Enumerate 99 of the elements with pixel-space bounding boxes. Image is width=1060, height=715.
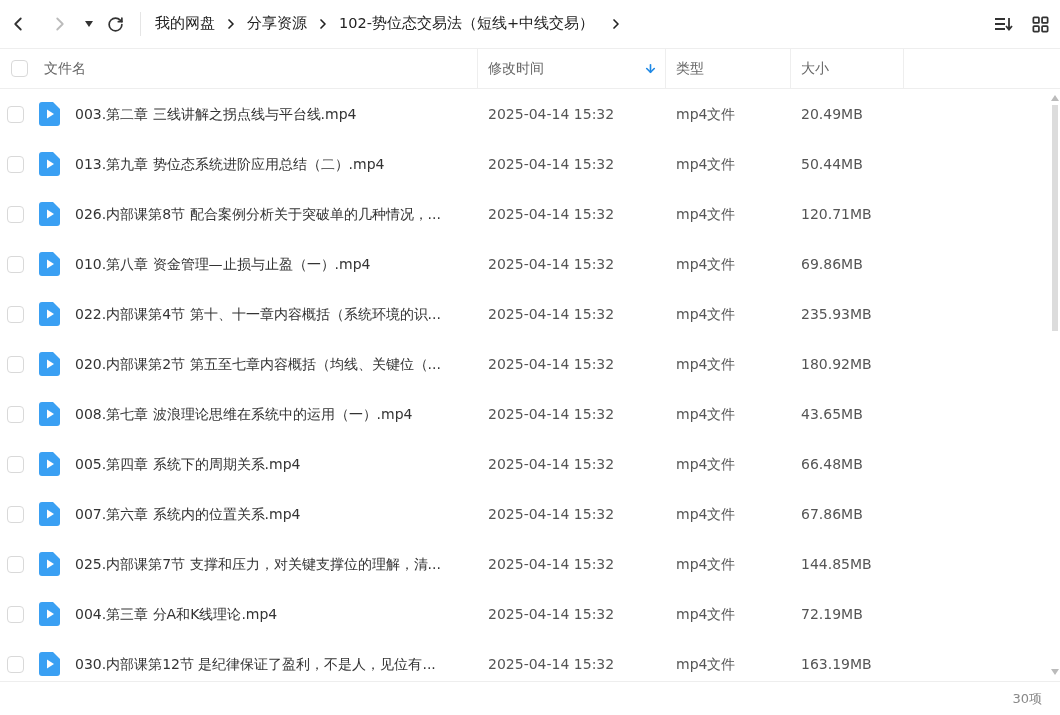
sort-icon bbox=[994, 16, 1014, 32]
file-size: 180.92MB bbox=[800, 354, 873, 374]
file-name: 022.内部课第4节 第十、十一章内容概括（系统环境的识... bbox=[75, 304, 441, 324]
file-size: 69.86MB bbox=[800, 254, 864, 274]
file-row[interactable]: 003.第二章 三线讲解之拐点线与平台线.mp4 2025-04-14 15:32 mp4文件 20.49MB bbox=[0, 89, 1051, 139]
file-name: 004.第三章 分A和K线理论.mp4 bbox=[75, 604, 278, 624]
checkbox[interactable] bbox=[7, 155, 24, 173]
file-type: mp4文件 bbox=[675, 454, 737, 474]
file-name: 008.第七章 波浪理论思维在系统中的运用（一）.mp4 bbox=[75, 404, 413, 424]
breadcrumb-link[interactable]: 我的网盘 bbox=[155, 13, 215, 35]
video-file-icon bbox=[39, 252, 60, 276]
modified-time: 2025-04-14 15:32 bbox=[487, 304, 616, 324]
file-size: 235.93MB bbox=[800, 304, 873, 324]
modified-time: 2025-04-14 15:32 bbox=[487, 254, 616, 274]
video-file-icon bbox=[39, 102, 60, 126]
scroll-up-icon[interactable] bbox=[1051, 95, 1059, 101]
checkbox[interactable] bbox=[7, 605, 24, 623]
column-header[interactable]: 修改时间 bbox=[488, 58, 544, 79]
file-row[interactable]: 022.内部课第4节 第十、十一章内容概括（系统环境的识... 2025-04-14 15:32 mp4文件 235.93MB bbox=[0, 289, 1051, 339]
item-count: 30项 bbox=[1012, 689, 1042, 708]
video-file-icon bbox=[39, 652, 60, 676]
scroll-down-icon[interactable] bbox=[1051, 669, 1059, 675]
video-file-icon bbox=[39, 202, 60, 226]
video-file-icon bbox=[39, 352, 60, 376]
column-header[interactable]: 文件名 bbox=[44, 58, 86, 79]
file-size: 67.86MB bbox=[800, 504, 864, 524]
file-type: mp4文件 bbox=[675, 554, 737, 574]
video-file-icon bbox=[39, 502, 60, 526]
file-name: 030.内部课第12节 是纪律保证了盈利，不是人，见位有... bbox=[75, 654, 436, 674]
file-type: mp4文件 bbox=[675, 354, 737, 374]
checkbox[interactable] bbox=[7, 205, 24, 223]
caret-icon bbox=[85, 21, 93, 27]
file-size: 72.19MB bbox=[800, 604, 864, 624]
file-row[interactable]: 020.内部课第2节 第五至七章内容概括（均线、关键位（... 2025-04-14 15:32 mp4文件 180.92MB bbox=[0, 339, 1051, 389]
file-row[interactable]: 004.第三章 分A和K线理论.mp4 2025-04-14 15:32 mp4文件 72.19MB bbox=[0, 589, 1051, 639]
modified-time: 2025-04-14 15:32 bbox=[487, 454, 616, 474]
file-row[interactable]: 026.内部课第8节 配合案例分析关于突破单的几种情况，... 2025-04-14 15:32 mp4文件 120.71MB bbox=[0, 189, 1051, 239]
file-row[interactable]: 025.内部课第7节 支撑和压力，对关键支撑位的理解，清... 2025-04-14 15:32 mp4文件 144.85MB bbox=[0, 539, 1051, 589]
checkbox[interactable] bbox=[11, 60, 28, 77]
grid-icon bbox=[1030, 14, 1050, 34]
file-size: 144.85MB bbox=[800, 554, 873, 574]
modified-time: 2025-04-14 15:32 bbox=[487, 404, 616, 424]
file-type: mp4文件 bbox=[675, 204, 737, 224]
file-row[interactable]: 013.第九章 势位态系统进阶应用总结（二）.mp4 2025-04-14 15:32 mp4文件 50.44MB bbox=[0, 139, 1051, 189]
checkbox[interactable] bbox=[7, 355, 24, 373]
file-name: 003.第二章 三线讲解之拐点线与平台线.mp4 bbox=[75, 104, 357, 124]
file-type: mp4文件 bbox=[675, 504, 737, 524]
video-file-icon bbox=[39, 402, 60, 426]
file-size: 50.44MB bbox=[800, 154, 864, 174]
modified-time: 2025-04-14 15:32 bbox=[487, 204, 616, 224]
refresh-icon bbox=[106, 15, 124, 33]
modified-time: 2025-04-14 15:32 bbox=[487, 504, 616, 524]
checkbox[interactable] bbox=[7, 255, 24, 273]
file-name: 010.第八章 资金管理—止损与止盈（一）.mp4 bbox=[75, 254, 371, 274]
video-file-icon bbox=[39, 152, 60, 176]
checkbox[interactable] bbox=[7, 105, 24, 123]
modified-time: 2025-04-14 15:32 bbox=[487, 104, 616, 124]
breadcrumb-link[interactable]: 102-势位态交易法（短线+中线交易） bbox=[339, 13, 595, 35]
breadcrumb-link[interactable]: 分享资源 bbox=[247, 13, 307, 35]
file-size: 163.19MB bbox=[800, 654, 873, 674]
modified-time: 2025-04-14 15:32 bbox=[487, 654, 616, 674]
checkbox[interactable] bbox=[7, 405, 24, 423]
modified-time: 2025-04-14 15:32 bbox=[487, 154, 616, 174]
video-file-icon bbox=[39, 602, 60, 626]
file-size: 43.65MB bbox=[800, 404, 864, 424]
file-name: 013.第九章 势位态系统进阶应用总结（二）.mp4 bbox=[75, 154, 385, 174]
file-name: 007.第六章 系统内的位置关系.mp4 bbox=[75, 504, 301, 524]
modified-time: 2025-04-14 15:32 bbox=[487, 554, 616, 574]
checkbox[interactable] bbox=[7, 655, 24, 673]
file-name: 026.内部课第8节 配合案例分析关于突破单的几种情况，... bbox=[75, 204, 441, 224]
file-name: 020.内部课第2节 第五至七章内容概括（均线、关键位（... bbox=[75, 354, 441, 374]
file-size: 66.48MB bbox=[800, 454, 864, 474]
file-type: mp4文件 bbox=[675, 304, 737, 324]
checkbox[interactable] bbox=[7, 505, 24, 523]
modified-time: 2025-04-14 15:32 bbox=[487, 604, 616, 624]
file-name: 005.第四章 系统下的周期关系.mp4 bbox=[75, 454, 301, 474]
checkbox[interactable] bbox=[7, 305, 24, 323]
file-type: mp4文件 bbox=[675, 654, 737, 674]
file-type: mp4文件 bbox=[675, 404, 737, 424]
file-row[interactable]: 008.第七章 波浪理论思维在系统中的运用（一）.mp4 2025-04-14 15:32 mp4文件 43.65MB bbox=[0, 389, 1051, 439]
file-row[interactable]: 010.第八章 资金管理—止损与止盈（一）.mp4 2025-04-14 15:32 mp4文件 69.86MB bbox=[0, 239, 1051, 289]
file-size: 20.49MB bbox=[800, 104, 864, 124]
checkbox[interactable] bbox=[7, 555, 24, 573]
file-size: 120.71MB bbox=[800, 204, 873, 224]
modified-time: 2025-04-14 15:32 bbox=[487, 354, 616, 374]
file-type: mp4文件 bbox=[675, 604, 737, 624]
file-type: mp4文件 bbox=[675, 104, 737, 124]
video-file-icon bbox=[39, 452, 60, 476]
file-row[interactable]: 005.第四章 系统下的周期关系.mp4 2025-04-14 15:32 mp4文件 66.48MB bbox=[0, 439, 1051, 489]
column-header[interactable]: 大小 bbox=[801, 58, 829, 79]
file-row[interactable]: 007.第六章 系统内的位置关系.mp4 2025-04-14 15:32 mp4文件 67.86MB bbox=[0, 489, 1051, 539]
checkbox[interactable] bbox=[7, 455, 24, 473]
file-row[interactable]: 030.内部课第12节 是纪律保证了盈利，不是人，见位有... 2025-04-14 15:32 mp4文件 163.19MB bbox=[0, 639, 1051, 689]
video-file-icon bbox=[39, 302, 60, 326]
file-type: mp4文件 bbox=[675, 254, 737, 274]
video-file-icon bbox=[39, 552, 60, 576]
file-name: 025.内部课第7节 支撑和压力，对关键支撑位的理解，清... bbox=[75, 554, 441, 574]
file-type: mp4文件 bbox=[675, 154, 737, 174]
column-header[interactable]: 类型 bbox=[676, 58, 704, 79]
